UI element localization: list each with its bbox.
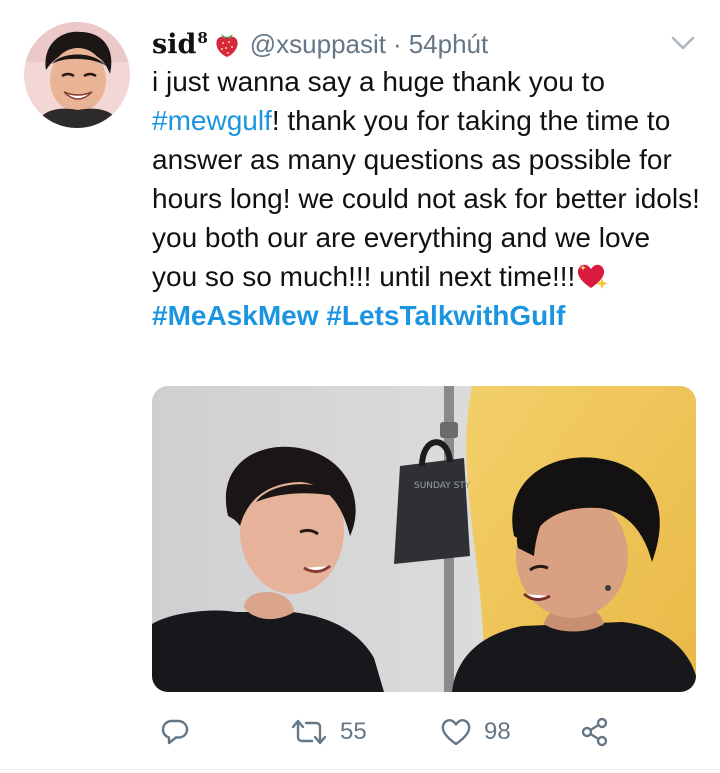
divider	[0, 769, 720, 770]
strawberry-icon	[216, 34, 238, 57]
bag-print-text: SUNDAY STY	[414, 481, 471, 491]
reply-icon	[161, 719, 189, 745]
tweet-card[interactable]: sid8 @xsuppasit · 54phút i just wanna sa…	[0, 0, 720, 773]
share-icon	[581, 717, 608, 747]
share-button[interactable]	[580, 712, 610, 752]
retweet-icon	[291, 719, 327, 745]
hashtag-letstalkwithgulf[interactable]: #LetsTalkwithGulf	[326, 300, 565, 331]
like-button[interactable]: 98	[440, 712, 511, 752]
tweet-media-photo[interactable]: SUNDAY STY	[152, 386, 696, 692]
retweet-count: 55	[340, 718, 367, 745]
display-name[interactable]: sid8	[152, 29, 208, 60]
hashtag-mewgulf[interactable]: #mewgulf	[152, 105, 272, 136]
hashtag-measkmew[interactable]: #MeAskMew	[152, 300, 319, 331]
separator-dot: ·	[393, 28, 402, 59]
tweet-text: i just wanna say a huge thank you to #me…	[152, 62, 702, 335]
reply-button[interactable]	[160, 712, 190, 752]
display-name-superscript: 8	[197, 28, 208, 47]
sparkling-heart-icon	[578, 264, 608, 289]
profile-photo	[24, 22, 130, 128]
tweet-text-part1: i just wanna say a huge thank you to	[152, 66, 605, 97]
user-handle[interactable]: @xsuppasit	[250, 29, 386, 60]
heart-icon	[441, 719, 471, 746]
photo-image: SUNDAY STY	[152, 386, 696, 692]
tweet-actions: 55 98	[152, 712, 622, 752]
timestamp[interactable]: 54phút	[409, 29, 489, 60]
tweet-header: sid8 @xsuppasit · 54phút	[152, 26, 697, 62]
avatar[interactable]	[24, 22, 130, 128]
chevron-down-icon[interactable]	[669, 32, 697, 54]
like-count: 98	[484, 718, 511, 745]
retweet-button[interactable]: 55	[290, 712, 367, 752]
